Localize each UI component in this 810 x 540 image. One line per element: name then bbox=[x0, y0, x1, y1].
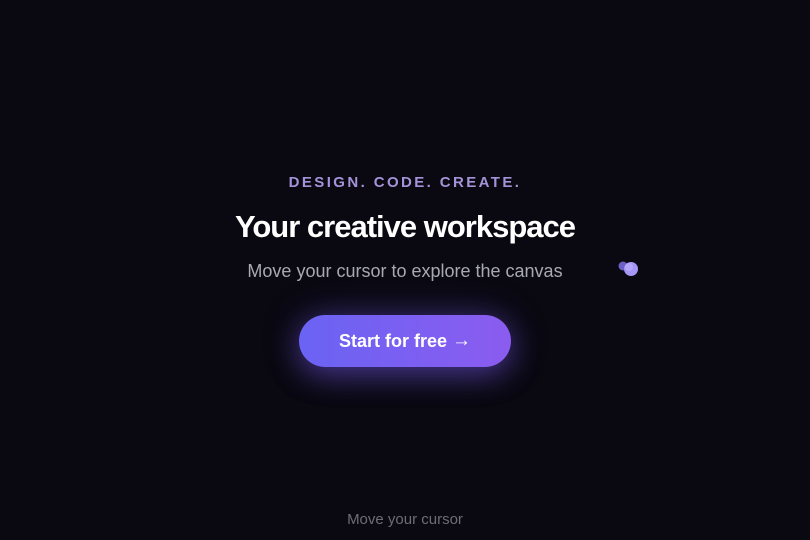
cursor-hint: Move your cursor bbox=[347, 511, 463, 528]
cta-label: Start for free bbox=[338, 330, 448, 351]
hero-subline: Move your cursor to explore the canvas bbox=[247, 261, 563, 281]
hero-section: DESIGN. CODE. CREATE. Your creative work… bbox=[0, 172, 810, 284]
cursor-trail-icon bbox=[618, 261, 638, 276]
hero-canvas[interactable]: DESIGN. CODE. CREATE. Your creative work… bbox=[0, 0, 810, 540]
start-for-free-button[interactable]: Start for free → bbox=[299, 315, 511, 367]
hero-headline: Your creative workspace bbox=[235, 209, 576, 244]
hero-eyebrow: DESIGN. CODE. CREATE. bbox=[288, 174, 522, 191]
arrow-right-icon: → bbox=[452, 330, 472, 351]
